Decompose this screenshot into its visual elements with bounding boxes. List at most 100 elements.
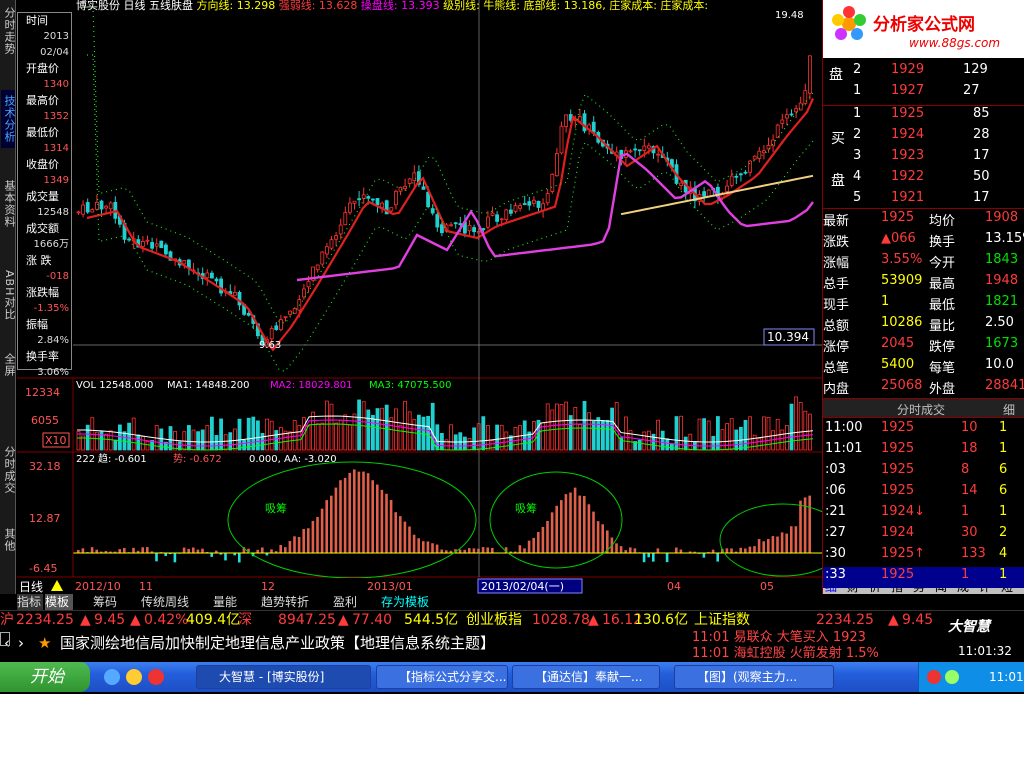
tab-trend-turn[interactable]: 趋势转折 <box>261 594 309 610</box>
open-value: 1340 <box>43 79 69 90</box>
ask-row[interactable]: 2 1929 129 <box>823 62 1024 83</box>
tab-fullscreen[interactable]: 全屏 <box>1 350 16 380</box>
ind-shi: 势: -0.672 <box>173 452 222 465</box>
tray-weibo-icon[interactable] <box>927 670 941 684</box>
sz-value: 8947.25 <box>278 612 336 628</box>
amplitude-value: 2.84% <box>37 335 69 346</box>
index-name: 上证指数 <box>694 612 750 628</box>
ind-label-accumulate-1: 吸筹 <box>265 501 287 515</box>
chart-title-bar: 博实股份 日线 五线肤盘 方向线: 13.298 强弱线: 13.628 操盘线… <box>76 0 708 12</box>
left-side-tabs: 分时走势 技术分析 基本资料 ABH对比 全屏 分时成交 其他 <box>0 0 16 594</box>
trade-row[interactable]: :21 1924↓ 1 1 <box>823 504 1024 525</box>
trades-detail-toggle[interactable]: 细 <box>1003 401 1015 418</box>
task-forum-3[interactable]: 【图】(观察主力... <box>674 665 834 689</box>
period: 日线 <box>123 0 146 12</box>
tab-template[interactable]: 模板 <box>45 594 73 610</box>
gem-label: 创业板指 <box>466 612 522 628</box>
stat-row: 总手 53909 最高 1948 <box>823 273 1019 292</box>
high-label: 最高价 <box>26 94 59 107</box>
volume-value: 12548 <box>37 207 69 218</box>
sz-label: 深 <box>238 612 252 628</box>
price-cursor-box: 10.394 <box>767 330 809 344</box>
vol-ma1: MA1: 14848.200 <box>167 380 249 391</box>
news-headline[interactable]: 国家测绘地信局加快制定地理信息产业政策【地理信息系统主题】 <box>60 628 495 658</box>
kline-chart[interactable]: 10.394 19.48 9.63 VOL 12548.000 MA1: 148… <box>17 0 822 594</box>
time-label: 时间 <box>26 14 48 27</box>
line3: 操盘线: 13.393 <box>360 0 440 12</box>
weibo-icon[interactable] <box>148 669 164 685</box>
task-forum-1[interactable]: 【指标公式分享交... <box>376 665 508 689</box>
bid-row[interactable]: 1 1925 85 <box>823 106 1024 127</box>
start-button[interactable]: 开始 <box>0 662 90 692</box>
sh-pct: 0.42% <box>144 612 189 628</box>
stat-row: 内盘 25068 外盘 28841 <box>823 378 1024 397</box>
vol-scale: X10 <box>45 434 67 447</box>
x-date-1: 2012/10 <box>75 580 121 593</box>
bid-row[interactable]: 3 1923 17 <box>823 148 1024 169</box>
tab-technical[interactable]: 技术分析 <box>1 90 16 148</box>
trade-row[interactable]: :33 1925 1 1 <box>823 567 1024 588</box>
tab-indicator[interactable]: 指标 <box>17 594 43 610</box>
sh-label: 沪 <box>0 612 14 628</box>
bid-row[interactable]: 2 1924 28 <box>823 127 1024 148</box>
stat-row: 总笔 5400 每笔 10.0 <box>823 357 1014 376</box>
trade-row[interactable]: :06 1925 14 6 <box>823 483 1024 504</box>
stat-row: 涨幅 3.55% 今开 1843 <box>823 252 1019 271</box>
news-next-icon[interactable]: › <box>18 628 24 658</box>
tab-trades[interactable]: 分时成交 <box>1 440 16 500</box>
task-forum-2[interactable]: 【通达信】奉献一... <box>512 665 660 689</box>
index-change: 9.45 <box>902 612 934 628</box>
ind-label-accumulate-2: 吸筹 <box>515 501 537 515</box>
index-value: 2234.25 <box>816 612 874 628</box>
tab-abh-compare[interactable]: ABH对比 <box>1 265 16 325</box>
trade-row[interactable]: :30 1925↑ 133 4 <box>823 546 1024 567</box>
amount-label: 成交额 <box>26 222 59 235</box>
trade-row[interactable]: 11:00 1925 10 1 <box>823 420 1024 441</box>
ind-y2: 12.87 <box>29 512 61 525</box>
ie-icon[interactable] <box>104 669 120 685</box>
low-price-label: 9.63 <box>259 340 281 351</box>
clock: 11:01:32 <box>958 644 1012 658</box>
tab-save-template[interactable]: 存为模板 <box>381 594 429 610</box>
stat-row: 现手 1 最低 1821 <box>823 294 1019 313</box>
sz-amount: 544.5亿 <box>404 612 459 628</box>
stock-name: 博实股份 <box>76 0 120 12</box>
stat-row: 涨停 2045 跌停 1673 <box>823 336 1019 355</box>
alert-1[interactable]: 11:01 易联众 大笔买入 1923 <box>692 630 924 646</box>
time-year: 2013 <box>43 31 69 42</box>
tab-chips[interactable]: 筹码 <box>93 594 117 610</box>
time-date: 02/04 <box>40 47 69 58</box>
mail-icon[interactable] <box>0 632 10 646</box>
logo-banner[interactable]: 分析家公式网 www.88gs.com <box>823 0 1024 58</box>
tab-weekly[interactable]: 传统周线 <box>141 594 189 610</box>
flower-logo-icon <box>829 4 869 44</box>
ask-row[interactable]: 1 1927 27 <box>823 83 1024 104</box>
bid-row[interactable]: 4 1922 50 <box>823 169 1024 190</box>
tab-other[interactable]: 其他 <box>1 525 16 555</box>
tab-volume-energy[interactable]: 量能 <box>213 594 237 610</box>
turnover-label: 换手率 <box>26 350 59 363</box>
sh-amount: 409.4亿 <box>186 612 241 628</box>
x-date-2: 11 <box>139 580 153 593</box>
tray-app-icon[interactable] <box>945 670 959 684</box>
brand-logo: 大智慧 <box>948 619 990 635</box>
tab-profit[interactable]: 盈利 <box>333 594 357 610</box>
news-bar[interactable]: ‹ › ★ 国家测绘地信局加快制定地理信息产业政策【地理信息系统主题】 <box>0 628 690 658</box>
trade-row[interactable]: :27 1924 30 2 <box>823 525 1024 546</box>
tab-fundamentals[interactable]: 基本资料 <box>1 175 16 233</box>
task-dzh[interactable]: 大智慧 - [博实股份] <box>196 665 371 689</box>
bid-row[interactable]: 5 1921 17 <box>823 190 1024 211</box>
sh-change: 9.45 <box>94 612 126 628</box>
low-label: 最低价 <box>26 126 59 139</box>
ind-title: 222 <box>76 454 95 465</box>
indicator-name: 五线肤盘 <box>149 0 193 12</box>
trades-header: 分时成交 细 <box>823 398 1024 418</box>
x-cursor-date: 2013/02/04(一) <box>481 580 564 593</box>
x-date-3: 12 <box>261 580 275 593</box>
alert-2[interactable]: 11:01 海虹控股 火箭发射 1.5% <box>692 646 924 662</box>
tab-intraday[interactable]: 分时走势 <box>1 2 16 60</box>
trade-row[interactable]: :03 1925 8 6 <box>823 462 1024 483</box>
trade-row[interactable]: 11:01 1925 18 1 <box>823 441 1024 462</box>
stat-row: 总额 10286 量比 2.50 <box>823 315 1014 334</box>
browser-icon[interactable] <box>126 669 142 685</box>
